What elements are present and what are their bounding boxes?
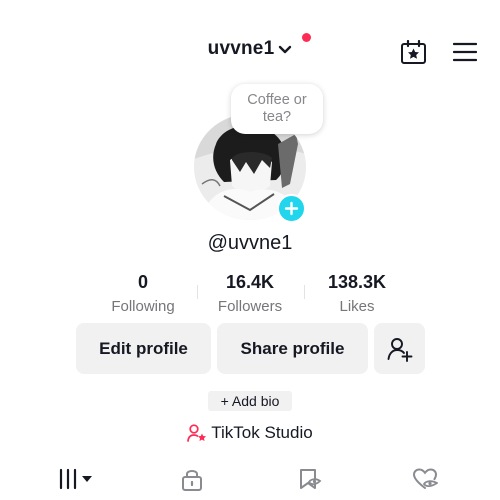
add-friend-icon [387, 337, 412, 362]
following-count: 0 [137, 272, 148, 292]
stat-followers[interactable]: 16.4K Followers [207, 272, 293, 315]
lock-icon [182, 470, 202, 491]
tiktok-studio-link[interactable]: TikTok Studio [0, 423, 500, 443]
tiktok-studio-label: TikTok Studio [211, 423, 313, 442]
edit-profile-button[interactable]: Edit profile [76, 323, 211, 374]
followers-label: Followers [217, 298, 283, 315]
chevron-down-icon [279, 45, 292, 54]
studio-icon [187, 423, 207, 442]
likes-count: 138.3K [327, 272, 387, 292]
add-bio-button[interactable]: + Add bio [208, 391, 292, 411]
stat-likes[interactable]: 138.3K Likes [314, 272, 400, 315]
tab-liked[interactable] [407, 466, 443, 492]
notification-dot [302, 33, 311, 42]
stat-divider [197, 285, 198, 299]
stat-divider [304, 285, 305, 299]
hamburger-menu-icon[interactable] [453, 42, 477, 62]
liked-icon [412, 468, 438, 489]
add-friend-button[interactable] [374, 323, 425, 374]
share-profile-button[interactable]: Share profile [217, 323, 368, 374]
tab-private[interactable] [174, 466, 210, 492]
tab-videos[interactable] [52, 466, 100, 492]
grid-videos-icon [59, 468, 92, 490]
plus-icon [284, 201, 299, 216]
calendar-star-icon[interactable] [400, 40, 427, 65]
likes-label: Likes [339, 298, 375, 315]
tab-favorites[interactable] [292, 466, 328, 492]
stat-following[interactable]: 0 Following [104, 272, 182, 315]
username: uvvne1 [207, 38, 275, 59]
note-bubble[interactable]: Coffee or tea? [231, 84, 323, 134]
favorites-icon [300, 469, 322, 489]
followers-count: 16.4K [225, 272, 275, 292]
user-handle: @uvvne1 [207, 232, 293, 254]
add-story-button[interactable] [277, 194, 306, 223]
following-label: Following [111, 298, 175, 315]
